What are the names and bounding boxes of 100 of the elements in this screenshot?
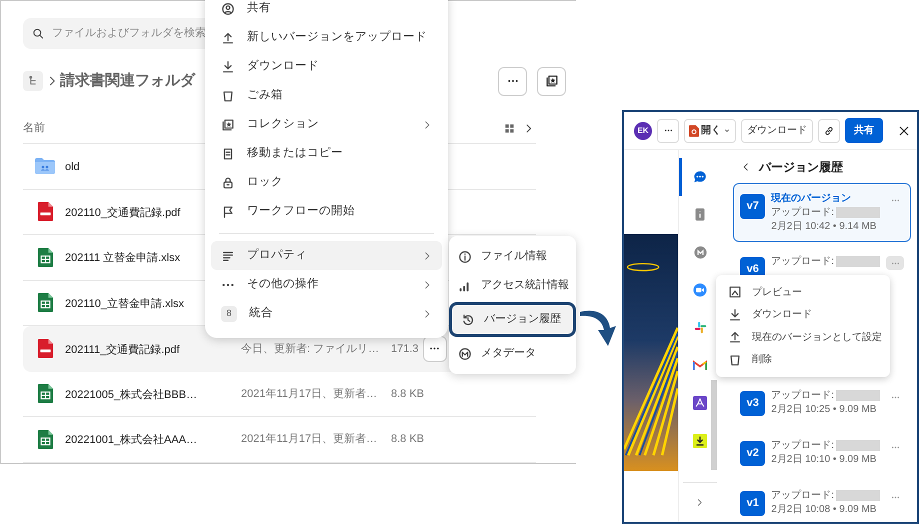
file-size: 171.3 — [391, 342, 419, 356]
redacted-name — [836, 256, 880, 267]
chat-bubble-icon — [693, 170, 708, 184]
menu-label: コレクション — [247, 116, 319, 132]
share-button[interactable]: 共有 — [845, 118, 883, 143]
more-button[interactable] — [886, 256, 904, 270]
version-row[interactable]: v1 アップロード: 2月2日 10:08 • 9.09 MB — [733, 483, 911, 522]
menu-item[interactable]: 8 統合 — [211, 299, 442, 328]
menu-label: ワークフローの開始 — [247, 204, 355, 219]
version-badge: v1 — [740, 491, 766, 516]
modified-text: 2021年11月17日、更新者… — [241, 432, 378, 447]
upload-icon — [728, 330, 742, 344]
file-row[interactable]: 20221001_株式会社AAA… 2021年11月17日、更新者… 8.8 KB — [23, 417, 536, 462]
submenu-label: バージョン履歴 — [484, 312, 561, 328]
uploader-label: アップロード: — [771, 255, 834, 268]
version-row[interactable]: v2 アップロード: 2月2日 10:10 • 9.09 MB — [733, 433, 911, 472]
submenu-item[interactable]: ファイル情報 — [449, 242, 576, 271]
open-button[interactable]: 開く — [684, 118, 736, 142]
column-header[interactable]: 名前 — [23, 120, 45, 137]
download-icon — [693, 434, 708, 448]
menu-item[interactable]: その他の操作 — [211, 270, 442, 299]
uploader-label: アップロード: — [771, 206, 834, 219]
spreadsheet-file-icon — [36, 383, 54, 404]
menu-item[interactable]: 削除 — [716, 348, 890, 371]
file-name: 202110_交通費記録.pdf — [65, 206, 180, 219]
redacted-name — [836, 490, 880, 501]
collection-button[interactable] — [537, 66, 566, 96]
version-detail: 2月2日 10:25 • 9.09 MB — [771, 403, 878, 416]
submenu-label: メタデータ — [481, 346, 536, 362]
version-badge: v3 — [740, 391, 766, 416]
submenu-item[interactable]: バージョン履歴 — [449, 302, 576, 337]
folder-icon — [34, 157, 56, 176]
modified-text: 今日、更新者: ファイルリ… — [241, 342, 380, 356]
download-button[interactable]: ダウンロード — [741, 118, 813, 142]
spreadsheet-file-icon — [36, 292, 54, 314]
file-size: 8.8 KB — [391, 386, 424, 402]
search-icon — [32, 27, 44, 40]
more-button[interactable] — [422, 336, 447, 362]
menu-label: その他の操作 — [247, 276, 319, 292]
envelope-icon — [693, 360, 708, 371]
link-icon — [823, 124, 835, 136]
menu-item[interactable]: ダウンロード — [716, 304, 890, 326]
uploader-label: アップロード: — [771, 489, 834, 502]
menu-label: ロック — [247, 174, 283, 190]
submenu-item[interactable]: アクセス統計情報 — [449, 271, 576, 300]
menu-label: ごみ箱 — [247, 88, 283, 103]
menu-item[interactable]: コレクション — [211, 110, 442, 139]
person-circle-icon — [221, 2, 235, 16]
document-icon — [221, 146, 235, 160]
menu-item[interactable]: プレビュー — [716, 281, 890, 304]
link-button[interactable] — [818, 118, 840, 142]
user-avatar[interactable]: EK — [634, 122, 652, 140]
version-row[interactable]: v3 アップロード: 2月2日 10:25 • 9.09 MB — [733, 383, 911, 422]
folder-title: 請求書関連フォルダ — [60, 70, 195, 91]
menu-item[interactable]: 移動またはコピー — [211, 139, 442, 168]
file-size: 8.8 KB — [391, 432, 424, 447]
version-badge: v2 — [740, 441, 766, 466]
history-icon — [461, 312, 475, 326]
file-name: 202111 立替金申請.xlsx — [65, 252, 180, 264]
close-button[interactable] — [897, 124, 911, 138]
file-name: 202110_立替金申請.xlsx — [65, 298, 184, 310]
menu-label: ダウンロード — [752, 308, 812, 322]
menu-item[interactable]: 現在のバージョンとして設定 — [716, 326, 890, 348]
menu-label: ダウンロード — [247, 58, 319, 74]
menu-item[interactable]: ワークフローの開始 — [211, 197, 442, 226]
menu-label: 削除 — [752, 352, 772, 368]
spreadsheet-file-icon — [36, 246, 54, 268]
download-icon — [728, 308, 742, 322]
modified-text: 2021年11月17日、更新者… — [241, 386, 378, 402]
version-row[interactable]: v7 現在のバージョン アップロード: 2月2日 10:42 • 9.14 MB — [733, 183, 911, 242]
folder-tree-button[interactable] — [23, 71, 43, 91]
version-detail: 2月2日 10:08 • 9.09 MB — [771, 503, 878, 516]
close-icon — [898, 124, 910, 136]
file-name: 20221001_株式会社AAA… — [65, 434, 198, 446]
menu-item[interactable]: ごみ箱 — [211, 81, 442, 110]
file-name: old — [65, 161, 80, 174]
redacted-name — [836, 390, 880, 401]
panel-title: バージョン履歴 — [759, 159, 844, 176]
flag-icon — [221, 204, 235, 218]
menu-label: プロパティ — [247, 247, 307, 263]
presentation-file-icon — [689, 124, 699, 136]
version-title: 現在のバージョン — [771, 192, 852, 205]
menu-item[interactable]: プロパティ — [211, 241, 442, 270]
count-badge: 8 — [221, 306, 237, 322]
menu-item[interactable]: ダウンロード — [211, 52, 442, 81]
pdf-file-icon — [36, 338, 54, 360]
menu-label: 現在のバージョンとして設定 — [752, 330, 882, 345]
grid-icon — [504, 123, 515, 134]
version-detail: 2月2日 10:10 • 9.09 MB — [771, 453, 878, 466]
star-box-icon — [221, 118, 235, 132]
pinwheel-icon — [694, 321, 707, 334]
redacted-name — [836, 207, 880, 218]
menu-item[interactable]: ロック — [211, 168, 442, 197]
download-icon — [221, 60, 235, 74]
star-box-icon — [544, 74, 558, 88]
trash-icon — [728, 352, 742, 367]
trash-icon — [221, 88, 235, 102]
preview-icon — [728, 285, 742, 300]
video-camera-icon — [693, 282, 708, 297]
version-detail: 2月2日 10:42 • 9.14 MB — [771, 220, 878, 233]
